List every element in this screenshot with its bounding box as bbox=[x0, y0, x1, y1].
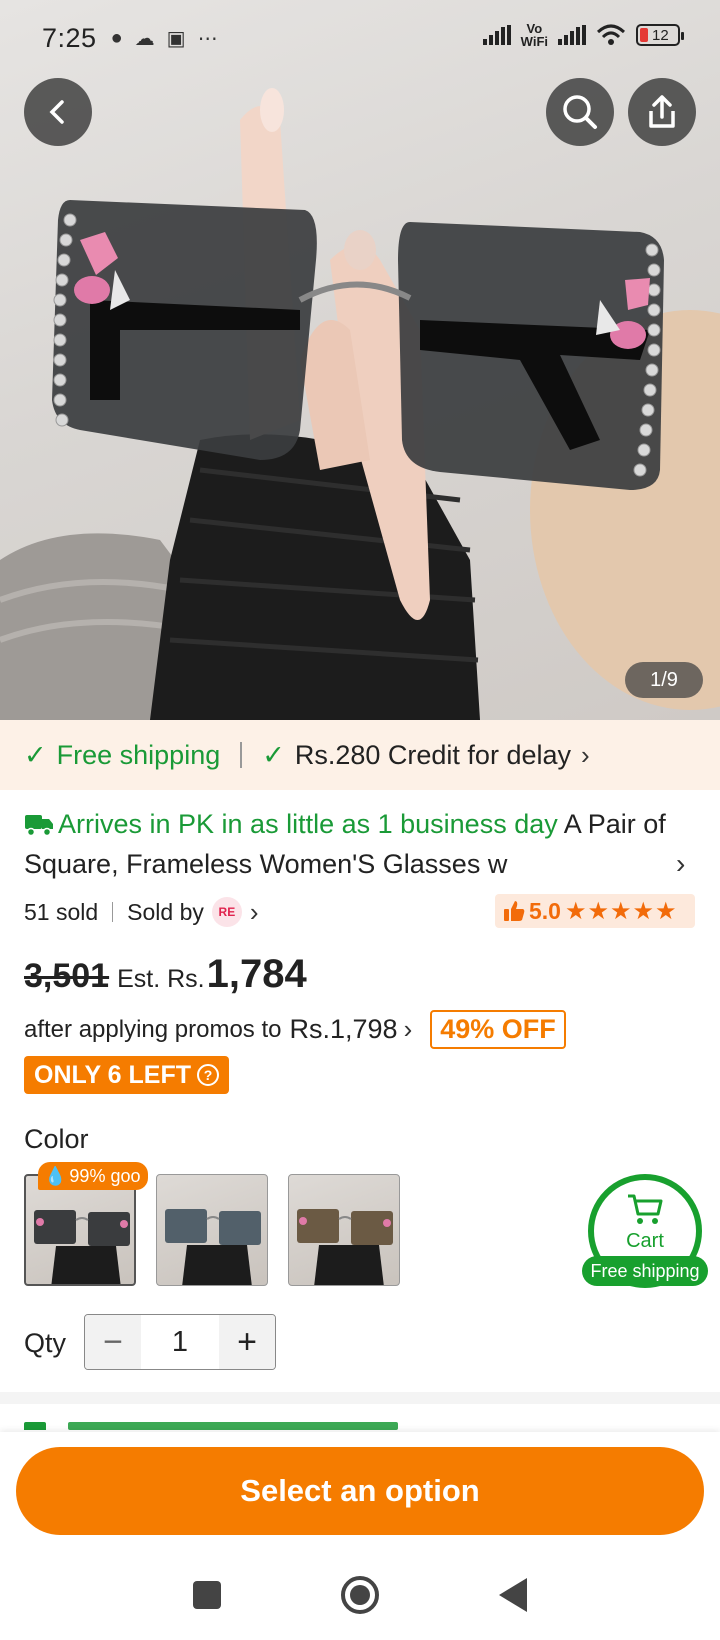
color-label: Color bbox=[24, 1124, 89, 1154]
discount-badge: 49% OFF bbox=[430, 1010, 566, 1049]
flame-icon: 💧 bbox=[44, 1165, 67, 1186]
stock-badge[interactable]: ONLY 6 LEFT ? bbox=[24, 1056, 229, 1094]
check-icon: ✓ bbox=[24, 739, 47, 770]
divider bbox=[240, 742, 243, 768]
image-counter: 1/9 bbox=[625, 662, 703, 698]
cart-free-shipping: Free shipping bbox=[582, 1256, 708, 1286]
est-price: 1,784 bbox=[206, 952, 307, 996]
color-swatch-3[interactable] bbox=[288, 1174, 400, 1286]
star-rating: ★★★★★ bbox=[564, 897, 678, 925]
section-divider bbox=[0, 1392, 720, 1404]
signal-icon bbox=[482, 25, 511, 45]
help-icon: ? bbox=[196, 1064, 219, 1086]
cart-icon bbox=[628, 1194, 663, 1224]
swatch-image bbox=[297, 1209, 393, 1285]
share-button[interactable] bbox=[628, 78, 696, 146]
battery-level: 12 bbox=[652, 27, 669, 44]
rating-badge[interactable]: 5.0 ★★★★★ bbox=[495, 894, 695, 928]
title-fade bbox=[604, 844, 684, 884]
swatch-image bbox=[165, 1209, 261, 1285]
stock-badge-label: ONLY 6 LEFT bbox=[34, 1060, 191, 1089]
search-icon bbox=[563, 95, 597, 129]
delay-credit-info: ✓ Rs.280 Credit for delay › bbox=[262, 740, 589, 771]
product-image-gallery[interactable]: 7:25 ● ☁ ▣ ⋯ Vo WiFi 12 1/9 bbox=[0, 0, 720, 720]
delivery-truck-icon bbox=[25, 815, 53, 837]
system-navigation-bar bbox=[0, 1560, 720, 1630]
popularity-tag: 💧 99% goo bbox=[38, 1162, 148, 1190]
shipping-strip[interactable]: ✓ Free shipping ✓ Rs.280 Credit for dela… bbox=[0, 720, 720, 790]
rating-value: 5.0 bbox=[529, 897, 561, 924]
original-price: 3,501 bbox=[24, 957, 110, 995]
delay-credit-label: Rs.280 Credit for delay bbox=[294, 739, 571, 770]
status-time: 7:25 bbox=[42, 22, 97, 53]
promo-price: Rs.1,798 bbox=[289, 1014, 398, 1044]
free-shipping-info: ✓ Free shipping bbox=[24, 740, 220, 771]
color-swatch-1[interactable] bbox=[24, 1174, 136, 1286]
divider bbox=[112, 902, 114, 922]
free-shipping-label: Free shipping bbox=[56, 739, 221, 770]
sold-row: 51 sold Sold by RE › bbox=[24, 896, 259, 928]
qty-label: Qty bbox=[24, 1328, 67, 1358]
vowifi-label: Vo WiFi bbox=[520, 21, 548, 49]
recent-apps-button[interactable] bbox=[193, 1581, 221, 1609]
next-section-peek bbox=[24, 1418, 704, 1430]
promo-text: after applying promos to bbox=[24, 1015, 282, 1043]
status-right-icons: Vo WiFi 12 bbox=[482, 21, 684, 49]
promo-row[interactable]: after applying promos to Rs.1,798 › 49% … bbox=[24, 1010, 566, 1049]
back-button[interactable] bbox=[24, 78, 92, 146]
chevron-right-icon: › bbox=[403, 1014, 413, 1044]
swatch-image bbox=[34, 1210, 130, 1284]
seller-avatar[interactable]: RE bbox=[211, 897, 242, 927]
notification-icons: ● ☁ ▣ ⋯ bbox=[111, 26, 218, 51]
wifi-icon bbox=[596, 24, 626, 45]
sold-count: 51 sold bbox=[24, 898, 99, 925]
quantity-value[interactable]: 1 bbox=[141, 1315, 219, 1369]
share-icon bbox=[649, 95, 675, 128]
chevron-right-icon: › bbox=[581, 739, 590, 770]
arrival-estimate: Arrives in PK in as little as 1 business… bbox=[58, 809, 558, 839]
cloud-icon: ☁ bbox=[134, 27, 155, 50]
popularity-tag-label: 99% goo bbox=[69, 1165, 141, 1186]
check-icon: ✓ bbox=[262, 739, 285, 770]
home-button[interactable] bbox=[341, 1576, 379, 1614]
sold-by-label: Sold by bbox=[127, 898, 204, 925]
more-icon: ⋯ bbox=[197, 27, 218, 50]
battery-icon: 12 bbox=[636, 24, 684, 46]
chevron-left-icon bbox=[49, 100, 64, 124]
product-title-block[interactable]: Arrives in PK in as little as 1 business… bbox=[24, 804, 684, 884]
signal-icon-2 bbox=[558, 25, 586, 45]
gamepad-icon: ▣ bbox=[166, 27, 186, 50]
decrease-quantity-button[interactable]: − bbox=[85, 1315, 141, 1369]
chevron-right-icon[interactable]: › bbox=[676, 848, 685, 880]
select-option-button[interactable]: Select an option bbox=[16, 1447, 704, 1535]
search-button[interactable] bbox=[546, 78, 614, 146]
chat-icon: ● bbox=[110, 26, 123, 49]
est-price-label: Est. Rs. bbox=[117, 965, 205, 993]
cart-label: Cart bbox=[626, 1230, 664, 1252]
cart-button[interactable]: Cart Free shipping bbox=[582, 1174, 720, 1288]
quantity-stepper: − 1 + bbox=[84, 1314, 276, 1370]
chevron-right-icon[interactable]: › bbox=[250, 897, 259, 928]
back-nav-button[interactable] bbox=[499, 1578, 527, 1612]
color-swatch-2[interactable] bbox=[156, 1174, 268, 1286]
price-row: 3,501 Est. Rs. 1,784 bbox=[24, 952, 307, 997]
thumbs-up-icon bbox=[504, 901, 525, 921]
increase-quantity-button[interactable]: + bbox=[219, 1315, 275, 1369]
